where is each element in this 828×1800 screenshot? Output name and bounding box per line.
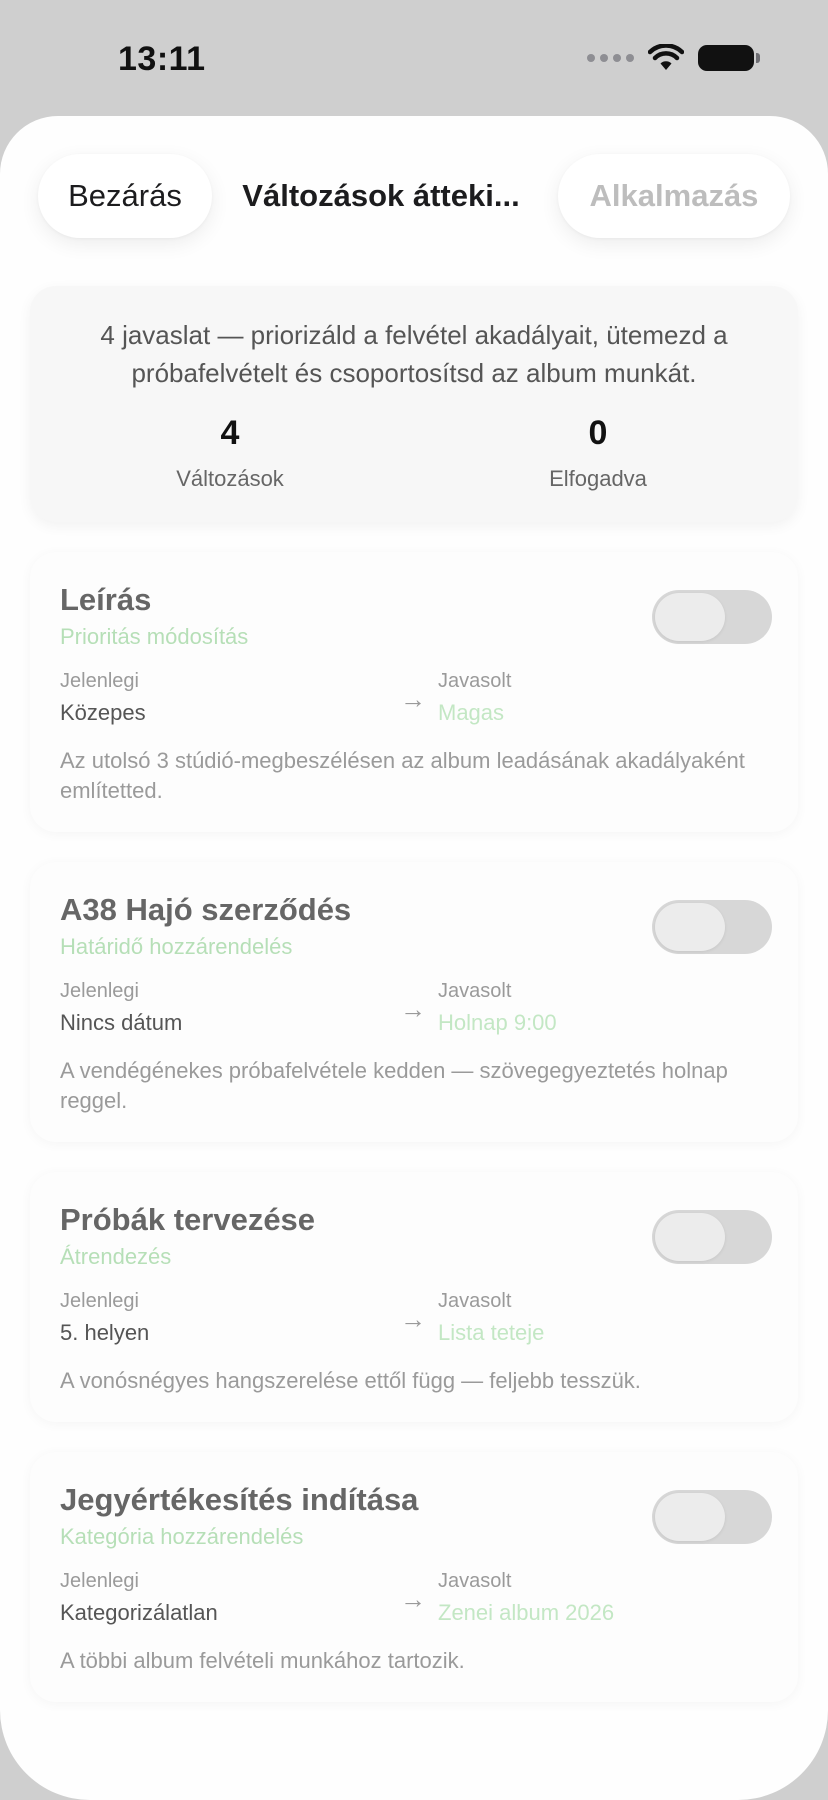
current-value: Közepes — [60, 700, 146, 725]
card-title: A38 Hajó szerződés — [60, 892, 352, 927]
card-description: A többi album felvételi munkához tartozi… — [60, 1648, 465, 1673]
apply-button[interactable]: Alkalmazás — [558, 154, 790, 238]
card-title: Leírás — [60, 582, 152, 617]
arrow-right-icon: → — [400, 1304, 426, 1334]
status-icons — [587, 44, 760, 72]
suggestion-card: A38 Hajó szerződés Határidő hozzárendelé… — [30, 862, 798, 1142]
summary-text: 4 javaslat — priorizáld a felvétel akadá… — [100, 320, 728, 388]
accepted-label: Elfogadva — [549, 466, 647, 491]
card-change-type: Átrendezés — [60, 1244, 172, 1269]
suggested-label: Javasolt — [438, 980, 512, 1002]
signal-icon — [587, 54, 634, 62]
current-label: Jelenlegi — [60, 1290, 139, 1312]
changes-stat: 4 Változások — [80, 414, 380, 492]
accepted-stat: 0 Elfogadva — [448, 414, 748, 492]
suggested-value: Lista teteje — [438, 1320, 545, 1345]
current-label: Jelenlegi — [60, 1570, 139, 1592]
close-button[interactable]: Bezárás — [38, 154, 212, 238]
toggle-knob — [655, 593, 725, 641]
suggested-value: Magas — [438, 700, 505, 725]
suggested-label: Javasolt — [438, 1290, 512, 1312]
card-change-type: Határidő hozzárendelés — [60, 934, 293, 959]
card-description: Az utolsó 3 stúdió-megbeszélésen az albu… — [60, 748, 745, 803]
accept-toggle[interactable] — [652, 1210, 772, 1264]
current-value: Kategorizálatlan — [60, 1600, 218, 1625]
accept-toggle[interactable] — [652, 590, 772, 644]
review-changes-sheet: Bezárás Változások átteki... Alkalmazás … — [0, 116, 828, 1800]
suggested-value: Holnap 9:00 — [438, 1010, 557, 1035]
suggested-value: Zenei album 2026 — [438, 1600, 615, 1625]
arrow-right-icon: → — [400, 1584, 426, 1614]
suggestion-card: Leírás Prioritás módosítás Jelenlegi Köz… — [30, 552, 798, 832]
changes-count: 4 — [220, 414, 240, 452]
suggestion-card: Jegyértékesítés indítása Kategória hozzá… — [30, 1452, 798, 1702]
status-bar: 13:11 — [0, 0, 828, 116]
current-label: Jelenlegi — [60, 670, 139, 692]
current-value: Nincs dátum — [60, 1010, 183, 1035]
suggested-label: Javasolt — [438, 1570, 512, 1592]
card-title: Jegyértékesítés indítása — [60, 1482, 419, 1517]
wifi-icon — [648, 44, 684, 70]
card-change-type: Prioritás módosítás — [60, 624, 249, 649]
card-title: Próbák tervezése — [60, 1202, 316, 1237]
card-description: A vendégénekes próbafelvétele kedden — s… — [60, 1058, 728, 1113]
summary-card: 4 javaslat — priorizáld a felvétel akadá… — [30, 286, 798, 522]
arrow-right-icon: → — [400, 684, 426, 714]
accept-toggle[interactable] — [652, 1490, 772, 1544]
card-change-type: Kategória hozzárendelés — [60, 1524, 304, 1549]
arrow-right-icon: → — [400, 994, 426, 1024]
nav-bar: Bezárás Változások átteki... Alkalmazás — [0, 154, 828, 238]
toggle-knob — [655, 1493, 725, 1541]
status-time: 13:11 — [118, 40, 206, 78]
nav-title: Változások átteki... — [242, 178, 520, 213]
battery-icon — [698, 45, 760, 71]
suggested-label: Javasolt — [438, 670, 512, 692]
current-label: Jelenlegi — [60, 980, 139, 1002]
accepted-count: 0 — [588, 414, 608, 452]
toggle-knob — [655, 1213, 725, 1261]
current-value: 5. helyen — [60, 1320, 150, 1345]
accept-toggle[interactable] — [652, 900, 772, 954]
changes-label: Változások — [176, 466, 284, 491]
toggle-knob — [655, 903, 725, 951]
card-description: A vonósnégyes hangszerelése ettől függ —… — [60, 1368, 641, 1393]
suggestion-card: Próbák tervezése Átrendezés Jelenlegi 5.… — [30, 1172, 798, 1422]
